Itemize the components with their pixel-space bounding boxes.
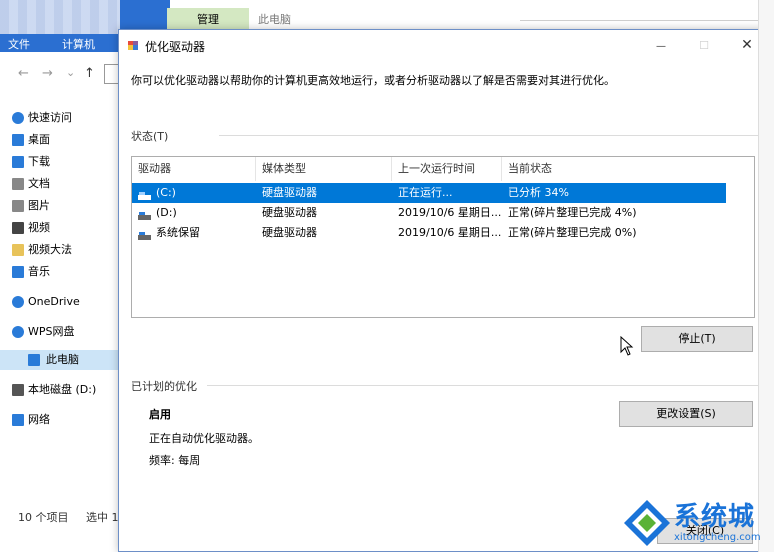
sidebar-item[interactable]: 下载 (12, 152, 50, 172)
sidebar-item[interactable]: OneDrive (12, 292, 80, 312)
sidebar-item-label: 本地磁盘 (D:) (28, 383, 97, 396)
optimize-drives-dialog: 优化驱动器 — ☐ ✕ 你可以优化驱动器以帮助你的计算机更高效地运行，或者分析驱… (118, 29, 774, 552)
drive-name-cell: 系统保留 (156, 226, 200, 239)
disk-icon (12, 384, 24, 396)
sidebar-item[interactable]: 网络 (12, 410, 50, 430)
up-button[interactable]: ↑ (84, 66, 95, 81)
dialog-description: 你可以优化驱动器以帮助你的计算机更高效地运行，或者分析驱动器以了解是否需要对其进… (131, 74, 615, 87)
maximize-icon: ☐ (699, 39, 709, 52)
status-divider (219, 135, 773, 136)
explorer-content-edge (758, 0, 774, 552)
sidebar-item-label: 此电脑 (46, 353, 79, 366)
sidebar-item[interactable]: 音乐 (12, 262, 50, 282)
explorer-title-blur (0, 0, 120, 34)
forward-button[interactable]: → (42, 66, 53, 81)
sidebar-item[interactable]: 本地磁盘 (D:) (12, 380, 97, 400)
mouse-pointer-icon (620, 336, 634, 356)
sidebar-item-label: 视频 (28, 221, 50, 234)
drive-row[interactable]: 系统保留 硬盘驱动器 2019/10/6 星期日... 正常(碎片整理已完成 0%) (132, 223, 726, 243)
watermark-logo-icon (624, 500, 670, 546)
cloud-outline-icon (12, 326, 24, 338)
drive-media-cell: 硬盘驱动器 (262, 186, 317, 199)
sidebar-item-label: 网络 (28, 413, 50, 426)
network-icon (12, 414, 24, 426)
drive-list[interactable]: 驱动器 媒体类型 上一次运行时间 当前状态 (C:) 硬盘驱动器 正在运行... 已分… (131, 156, 755, 318)
sidebar-item-label: 快速访问 (28, 111, 72, 124)
tab-file[interactable]: 文件 (8, 36, 48, 52)
drive-media-cell: 硬盘驱动器 (262, 206, 317, 219)
minimize-icon: — (656, 41, 666, 52)
drive-status-cell: 已分析 34% (508, 186, 569, 199)
drive-last-run-cell: 2019/10/6 星期日... (398, 206, 502, 219)
drive-icon (138, 188, 151, 200)
sidebar-item[interactable]: 文档 (12, 174, 50, 194)
drive-icon (138, 208, 151, 220)
sidebar-item-label: 文档 (28, 177, 50, 190)
document-icon (12, 178, 24, 190)
back-button[interactable]: ← (18, 66, 29, 81)
star-icon (12, 112, 24, 124)
sidebar-item[interactable]: WPS网盘 (12, 322, 75, 342)
tab-computer[interactable]: 计算机 (62, 36, 118, 52)
sidebar-item[interactable]: 视频大法 (12, 240, 72, 260)
watermark-url: xitongcheng.com (674, 532, 761, 543)
folder-icon (12, 244, 24, 256)
defrag-app-icon (128, 41, 138, 50)
drive-name-cell: (D:) (156, 206, 177, 219)
watermark: 系统城 xitongcheng.com (622, 494, 774, 552)
cloud-icon (12, 296, 24, 308)
column-drive[interactable]: 驱动器 (132, 157, 256, 181)
sidebar-item[interactable]: 图片 (12, 196, 50, 216)
sidebar-item-label: 图片 (28, 199, 50, 212)
maximize-button[interactable]: ☐ (682, 32, 726, 58)
status-bar: 10 个项目 选中 1 (0, 506, 120, 530)
sidebar-item[interactable]: 快速访问 (12, 108, 72, 128)
download-icon (12, 156, 24, 168)
scheduled-frequency: 频率: 每周 (149, 454, 201, 467)
sidebar-item-label: WPS网盘 (28, 325, 75, 338)
close-icon: ✕ (741, 37, 753, 53)
list-header: 驱动器 媒体类型 上一次运行时间 当前状态 (132, 157, 754, 181)
drive-row[interactable]: (C:) 硬盘驱动器 正在运行... 已分析 34% (132, 183, 726, 203)
sidebar-item-label: 下载 (28, 155, 50, 168)
sidebar-item-label: OneDrive (28, 295, 80, 308)
sidebar-item[interactable]: 此电脑 (0, 350, 120, 370)
scheduled-state: 启用 (149, 408, 171, 421)
scheduled-description: 正在自动优化驱动器。 (149, 432, 259, 445)
address-bar[interactable] (104, 64, 119, 84)
sidebar-item[interactable]: 桌面 (12, 130, 50, 150)
desktop-icon (12, 134, 24, 146)
drive-status-cell: 正常(碎片整理已完成 0%) (508, 226, 637, 239)
selected-count: 选中 1 (86, 511, 119, 524)
drive-name-cell: (C:) (156, 186, 176, 199)
watermark-name: 系统城 (674, 502, 756, 532)
drive-media-cell: 硬盘驱动器 (262, 226, 317, 239)
video-icon (12, 222, 24, 234)
change-settings-button[interactable]: 更改设置(S) (619, 401, 753, 427)
column-current-status[interactable]: 当前状态 (502, 157, 692, 181)
scheduled-divider (207, 385, 773, 386)
status-section-label: 状态(T) (131, 130, 169, 143)
drive-row[interactable]: (D:) 硬盘驱动器 2019/10/6 星期日... 正常(碎片整理已完成 4%) (132, 203, 726, 223)
sidebar-item-label: 桌面 (28, 133, 50, 146)
sidebar-item[interactable]: 视频 (12, 218, 50, 238)
drive-icon (138, 228, 151, 240)
sidebar-item-label: 音乐 (28, 265, 50, 278)
drive-last-run-cell: 2019/10/6 星期日... (398, 226, 502, 239)
ribbon-divider (520, 20, 774, 27)
recent-locations-dropdown[interactable]: ⌄ (66, 66, 75, 79)
picture-icon (12, 200, 24, 212)
stop-button[interactable]: 停止(T) (641, 326, 753, 352)
dialog-title: 优化驱动器 (145, 40, 206, 54)
column-last-run[interactable]: 上一次运行时间 (392, 157, 502, 181)
drive-status-cell: 正常(碎片整理已完成 4%) (508, 206, 637, 219)
drive-last-run-cell: 正在运行... (398, 186, 453, 199)
scheduled-section-label: 已计划的优化 (131, 380, 197, 393)
minimize-button[interactable]: — (639, 32, 683, 58)
item-count: 10 个项目 (18, 511, 69, 524)
music-icon (12, 266, 24, 278)
computer-icon (28, 354, 40, 366)
sidebar-item-label: 视频大法 (28, 243, 72, 256)
column-media-type[interactable]: 媒体类型 (256, 157, 392, 181)
